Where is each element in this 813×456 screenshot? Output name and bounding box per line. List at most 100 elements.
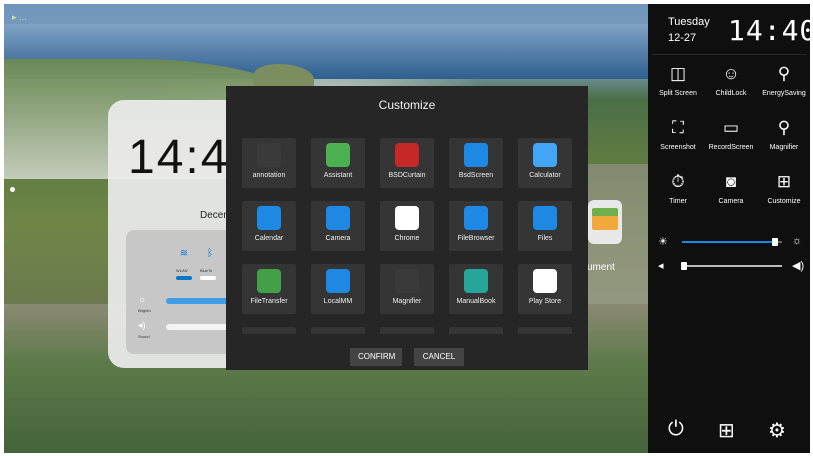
volume-low-icon: ◂ <box>658 260 664 272</box>
app-tile[interactable]: FileBrowser <box>449 201 503 251</box>
panel-time: 14:40 <box>728 14 813 47</box>
record-screen-icon: ▭ <box>722 118 740 137</box>
app-tile-partial[interactable] <box>242 327 296 334</box>
app-tile[interactable]: Files <box>518 201 572 251</box>
app-label: FileBrowser <box>457 235 495 242</box>
volume-track[interactable] <box>681 262 782 270</box>
camera-icon <box>326 206 350 230</box>
quick-tile-label: Timer <box>669 198 687 205</box>
app-tile[interactable]: Chrome <box>380 201 434 251</box>
quick-tile[interactable]: ▭ RecordScreen <box>705 112 757 160</box>
app-label: BSDCurtain <box>388 172 426 179</box>
control-panel: Tuesday 12-27 14:40 ◫ Split Screen ☺ ChildL… <box>648 4 813 453</box>
bluetooth-label: BlueTo <box>200 268 213 273</box>
quick-tile[interactable]: ⛶ Screenshot <box>652 112 704 160</box>
app-tile[interactable]: Magnifier <box>380 264 434 314</box>
app-tile-partial[interactable] <box>449 327 503 334</box>
app-tile[interactable]: Play Store <box>518 264 572 314</box>
app-tile[interactable]: ManualBook <box>449 264 503 314</box>
wlan-toggle[interactable] <box>176 276 192 280</box>
quick-tile[interactable]: ⚲ Magnifier <box>758 112 810 160</box>
app-tile[interactable]: BSDCurtain <box>380 138 434 188</box>
panel-date: 12-27 <box>668 32 697 44</box>
calculator-icon <box>533 143 557 167</box>
confirm-button[interactable]: CONFIRM <box>350 348 402 366</box>
brightness-high-icon: ☼ <box>792 235 803 247</box>
app-label: Files <box>537 235 553 242</box>
quick-tile-label: EnergySaving <box>762 90 806 97</box>
quick-tile[interactable]: ◫ Split Screen <box>652 58 704 106</box>
files-icon <box>533 206 557 230</box>
app-tile-partial[interactable] <box>311 327 365 334</box>
document-card[interactable] <box>588 200 622 244</box>
quick-tile-label: Screenshot <box>660 144 696 151</box>
widget-clock: 14:4 <box>128 131 230 184</box>
quick-tile[interactable]: ⚲ EnergySaving <box>758 58 810 106</box>
energy-saving-icon: ⚲ <box>777 64 791 83</box>
volume-high-icon: ◀) <box>792 260 805 272</box>
chrome-icon <box>395 206 419 230</box>
annotation-icon <box>257 143 281 167</box>
app-tile[interactable]: annotation <box>242 138 296 188</box>
windows-icon[interactable]: ⊞ <box>718 418 735 443</box>
timer-icon: ⏱ <box>671 172 685 191</box>
quick-tile-label: Magnifier <box>769 144 799 151</box>
app-tile-partial[interactable] <box>380 327 434 334</box>
wlan-label: WLAN <box>176 268 188 273</box>
app-grid: annotation Assistant BSDCurtain BsdScreen Ca… <box>240 138 580 334</box>
brightness-row: ☀ ☼ <box>656 234 806 250</box>
app-label: LocalMM <box>323 298 353 305</box>
volume-knob[interactable] <box>681 262 687 270</box>
brightness-icon: ☼ <box>138 294 147 304</box>
panel-day: Tuesday <box>668 16 710 28</box>
filetransfer-icon <box>257 269 281 293</box>
panel-divider <box>652 54 806 55</box>
childlock-icon: ☺ <box>722 64 740 83</box>
brightness-label: Brightn <box>138 308 151 313</box>
brightness-track[interactable] <box>682 238 782 246</box>
quick-tile[interactable]: ☺ ChildLock <box>705 58 757 106</box>
bluetooth-toggle[interactable] <box>200 276 216 280</box>
localmm-icon <box>326 269 350 293</box>
screenshot-icon: ⛶ <box>672 118 684 137</box>
app-tile[interactable]: BsdScreen <box>449 138 503 188</box>
curtain-icon <box>395 143 419 167</box>
app-tile[interactable]: LocalMM <box>311 264 365 314</box>
app-tile[interactable]: Assistant <box>311 138 365 188</box>
quick-tile[interactable]: ⊞ Customize <box>758 166 810 214</box>
settings-icon[interactable]: ⚙ <box>768 418 786 443</box>
playstore-icon <box>533 269 557 293</box>
app-tile[interactable]: Camera <box>311 201 365 251</box>
dialog-title: Customize <box>378 98 436 112</box>
brightness-fill <box>682 241 775 243</box>
quick-tile-label: RecordScreen <box>708 144 754 151</box>
app-label: FileTransfer <box>250 298 288 305</box>
bsdscreen-icon <box>464 143 488 167</box>
app-tile[interactable]: FileTransfer <box>242 264 296 314</box>
split-screen-icon: ◫ <box>669 64 687 83</box>
bluetooth-icon[interactable]: ᛒ <box>200 248 220 259</box>
status-indicator: ▸ ... <box>12 12 27 22</box>
app-label: Camera <box>325 235 351 242</box>
quick-tile[interactable]: ⏱ Timer <box>652 166 704 214</box>
brightness-knob[interactable] <box>772 238 778 246</box>
customize-dialog: Customize annotation Assistant BSDCurtain B… <box>226 86 588 370</box>
quick-tile-label: ChildLock <box>715 90 747 97</box>
wifi-icon[interactable]: ≋ <box>174 248 194 259</box>
app-label: Calendar <box>254 235 284 242</box>
quick-tile[interactable]: ◙ Camera <box>705 166 757 214</box>
app-label: ManualBook <box>456 298 496 305</box>
app-label: Magnifier <box>392 298 422 305</box>
app-tile-partial[interactable] <box>518 327 572 334</box>
app-tile[interactable]: Calculator <box>518 138 572 188</box>
quick-tile-label: Split Screen <box>659 90 697 97</box>
cancel-button[interactable]: CANCEL <box>414 348 464 366</box>
edge-handle[interactable] <box>10 187 15 192</box>
power-icon[interactable]: ⏻ <box>668 418 684 441</box>
sound-icon: ◂) <box>138 320 146 330</box>
app-label: annotation <box>252 172 286 179</box>
folder-tab <box>592 208 618 216</box>
camera-icon: ◙ <box>725 172 737 191</box>
volume-row: ◂ ◀) <box>656 258 806 274</box>
app-tile[interactable]: Calendar <box>242 201 296 251</box>
